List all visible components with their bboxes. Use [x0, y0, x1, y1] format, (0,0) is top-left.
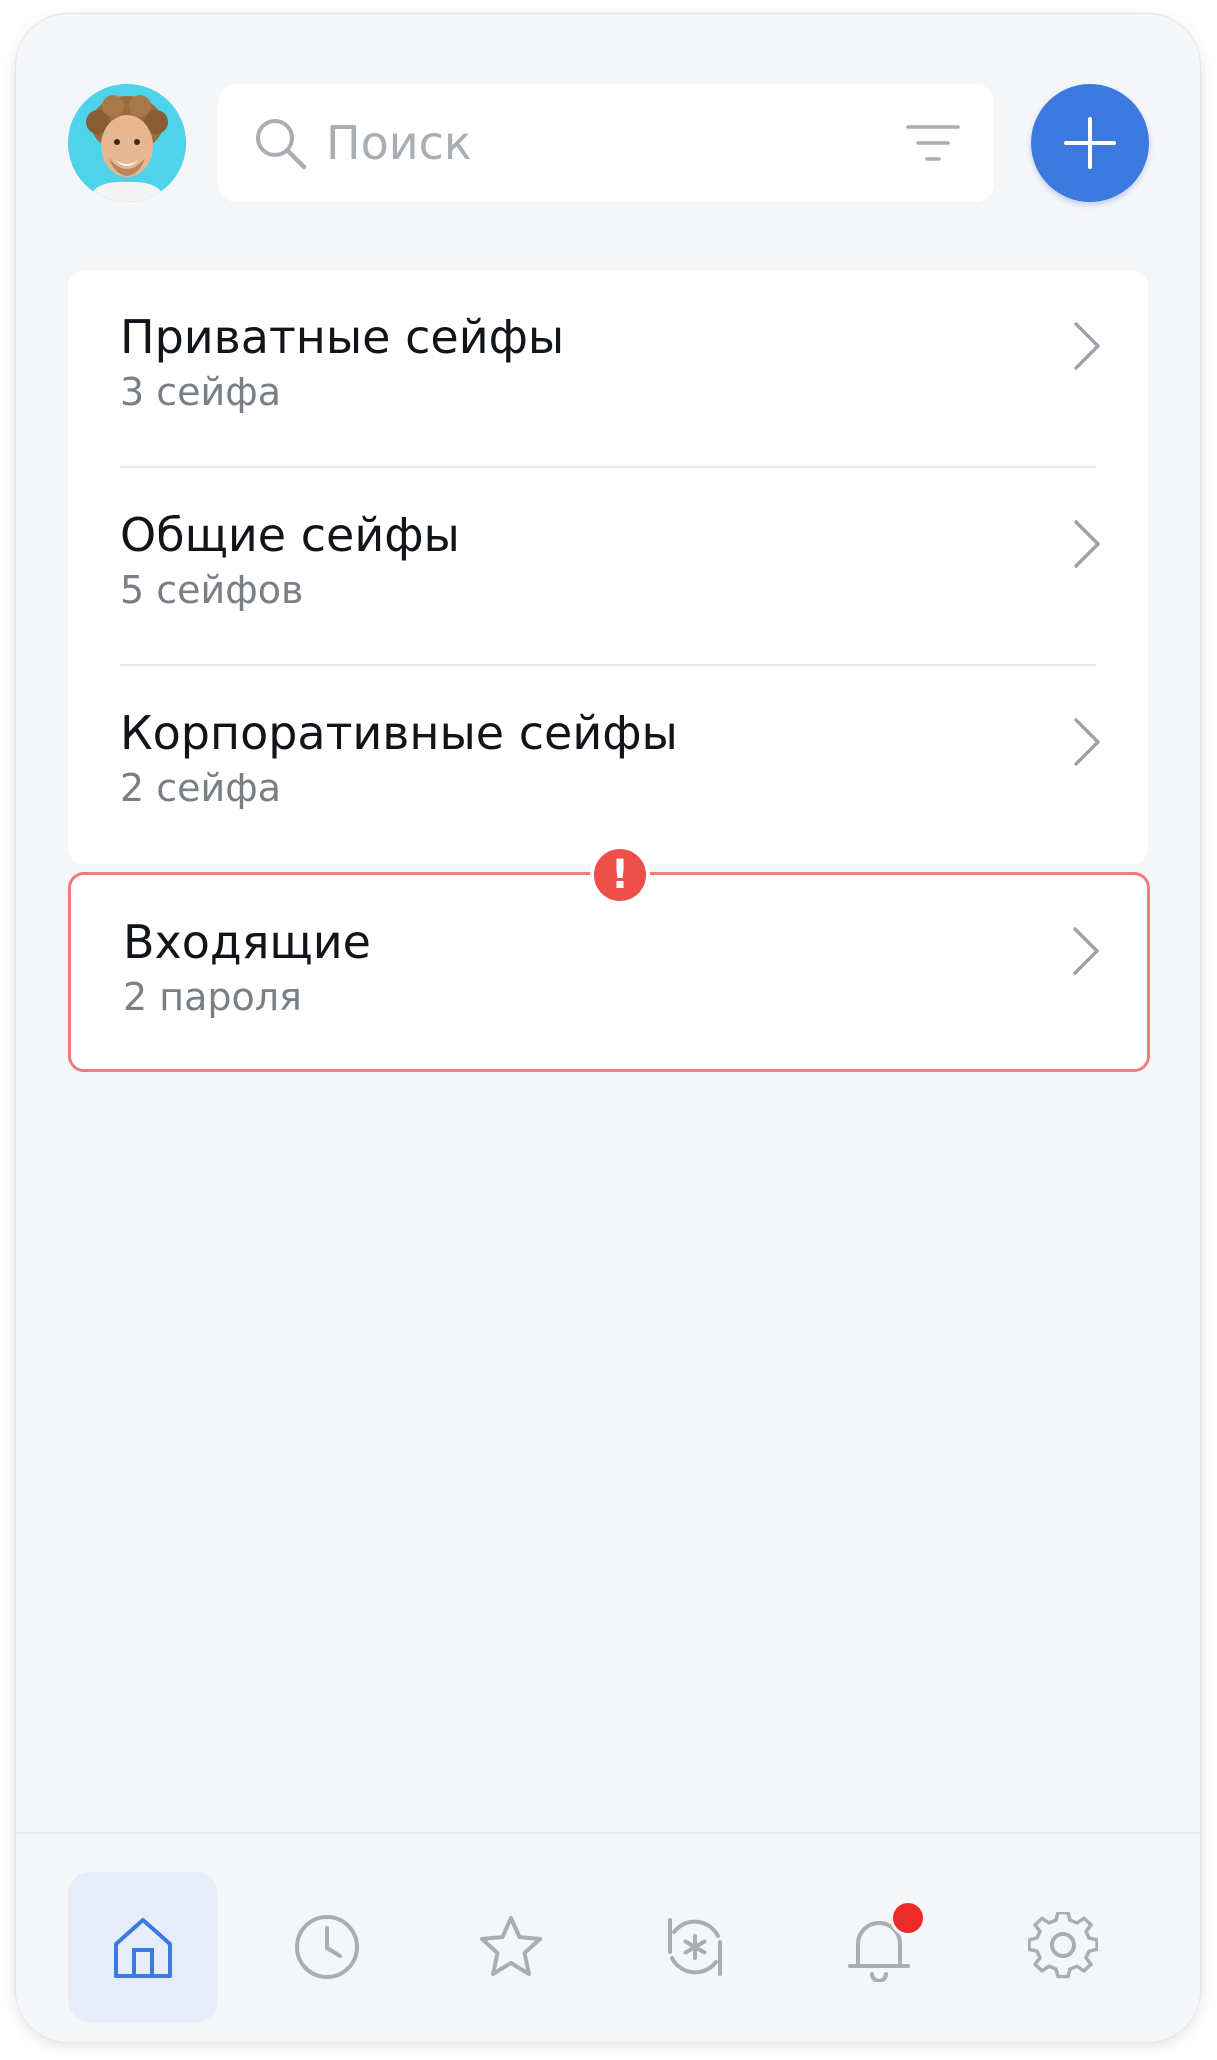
clock-icon [295, 1915, 359, 1979]
app-window: Поиск Приватные сейфы 3 сейфа Общие сейф… [16, 14, 1200, 2042]
vault-row-corporate[interactable]: Корпоративные сейфы 2 сейфа [68, 666, 1148, 864]
nav-recent[interactable] [252, 1872, 402, 2022]
inbox-count: 2 пароля [123, 975, 302, 1019]
search-input[interactable]: Поиск [326, 84, 472, 202]
vault-title: Приватные сейфы [120, 310, 565, 364]
vault-row-private[interactable]: Приватные сейфы 3 сейфа [68, 270, 1148, 468]
filter-icon[interactable] [906, 121, 960, 165]
home-icon [114, 1918, 172, 1978]
star-icon [480, 1916, 542, 1976]
avatar[interactable] [68, 84, 186, 202]
vault-title: Общие сейфы [120, 508, 460, 562]
search-bar[interactable]: Поиск [218, 84, 994, 202]
vault-count: 3 сейфа [120, 370, 281, 414]
vaults-list: Приватные сейфы 3 сейфа Общие сейфы 5 се… [68, 270, 1148, 864]
chevron-right-icon [1074, 718, 1100, 766]
inbox-title: Входящие [123, 915, 371, 969]
add-button[interactable] [1031, 84, 1149, 202]
chevron-right-icon [1073, 927, 1099, 975]
alert-badge: ! [590, 845, 650, 905]
gear-icon [1028, 1912, 1098, 1979]
search-icon [256, 119, 307, 170]
plus-icon [1064, 117, 1116, 169]
vault-count: 2 сейфа [120, 766, 281, 810]
bottom-nav [16, 1832, 1200, 2042]
chevron-right-icon [1074, 520, 1100, 568]
vault-title: Корпоративные сейфы [120, 706, 678, 760]
nav-notifications[interactable] [804, 1872, 954, 2022]
nav-settings[interactable] [988, 1872, 1138, 2022]
chevron-right-icon [1074, 322, 1100, 370]
nav-generator[interactable] [620, 1872, 770, 2022]
notification-dot [890, 1900, 926, 1936]
nav-favorites[interactable] [436, 1872, 586, 2022]
password-generator-icon [668, 1918, 722, 1976]
nav-home[interactable] [68, 1872, 218, 2022]
vault-row-shared[interactable]: Общие сейфы 5 сейфов [68, 468, 1148, 666]
vault-count: 5 сейфов [120, 568, 304, 612]
avatar-photo [68, 84, 186, 202]
